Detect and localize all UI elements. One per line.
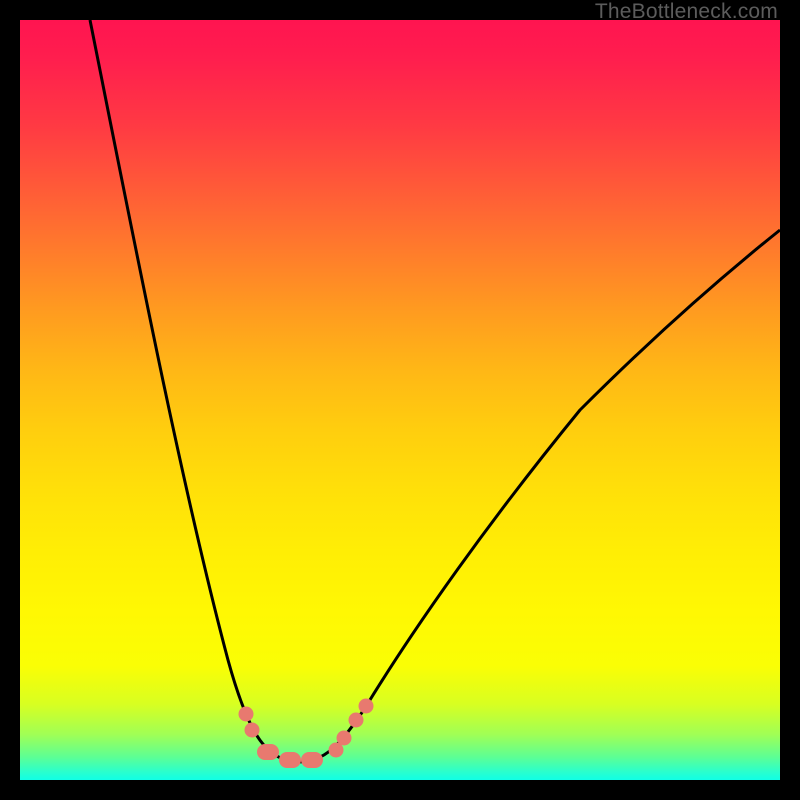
plot-area — [20, 20, 780, 780]
curve-right-branch — [298, 230, 780, 762]
data-marker — [257, 744, 279, 760]
data-marker — [245, 723, 260, 738]
data-marker — [349, 713, 364, 728]
bottleneck-curve — [20, 20, 780, 780]
chart-frame: TheBottleneck.com — [0, 0, 800, 800]
data-marker — [239, 707, 254, 722]
data-marker — [279, 752, 301, 768]
curve-left-branch — [90, 20, 298, 762]
watermark-text: TheBottleneck.com — [595, 0, 778, 24]
data-marker — [359, 699, 374, 714]
data-marker — [337, 731, 352, 746]
data-marker — [301, 752, 323, 768]
